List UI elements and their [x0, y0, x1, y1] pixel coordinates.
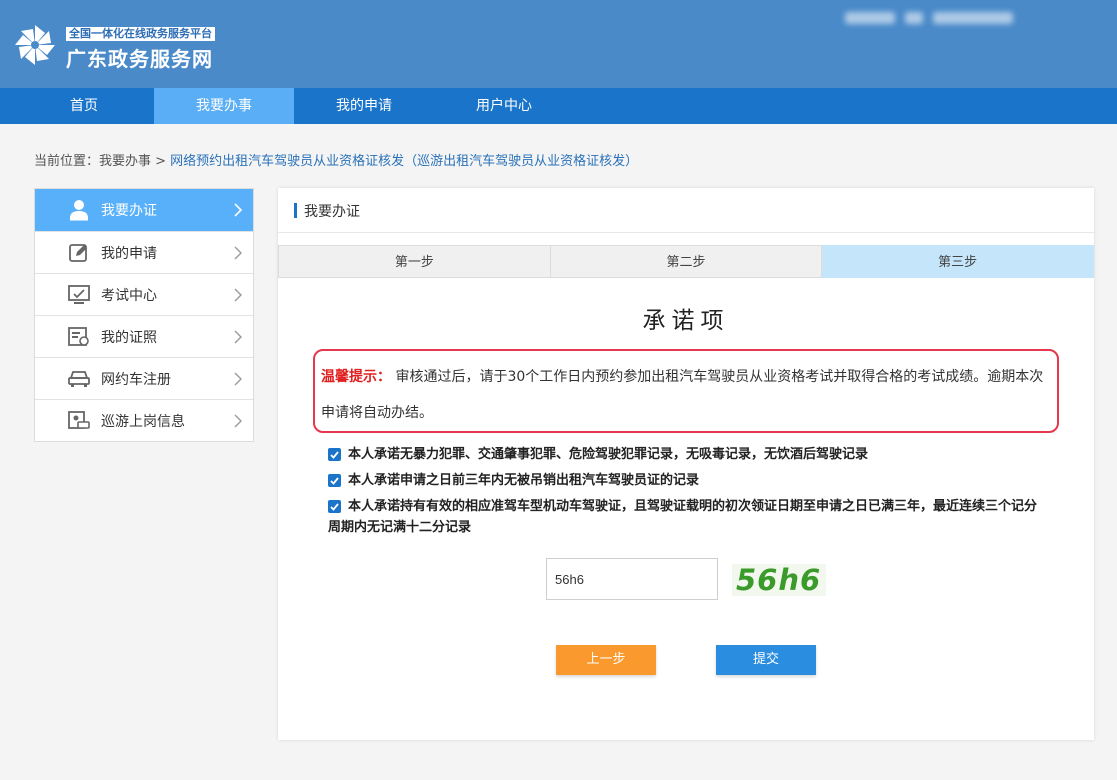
nav-item-services[interactable]: 我要办事 [154, 88, 294, 124]
checkbox-checked[interactable] [328, 500, 341, 513]
sidebar-item-label: 巡游上岗信息 [101, 413, 185, 430]
sidebar-item-label: 我要办证 [101, 203, 157, 219]
user-info-blurred [845, 10, 1040, 26]
breadcrumb-link[interactable]: 网络预约出租汽车驾驶员从业资格证核发（巡游出租汽车驾驶员从业资格证核发） [170, 154, 638, 169]
sidebar: 我要办证 我的申请 考试中心 我的证照 网约车注册 巡游上岗信息 [34, 188, 254, 442]
chevron-right-icon [234, 330, 242, 344]
prev-step-button[interactable]: 上一步 [556, 645, 656, 675]
main-nav: 首页 我要办事 我的申请 用户中心 [0, 88, 1117, 124]
sidebar-item-label: 我的申请 [101, 245, 157, 262]
step-indicator: 第一步 第二步 第三步 [278, 245, 1095, 278]
submit-button[interactable]: 提交 [716, 645, 816, 675]
notice-text: 审核通过后，请于30个工作日内预约参加出租汽车驾驶员从业资格考试并取得合格的考试… [321, 369, 1044, 421]
sidebar-item-ride-hailing-register[interactable]: 网约车注册 [35, 357, 253, 399]
chevron-right-icon [234, 246, 242, 260]
main-panel: 我要办证 第一步 第二步 第三步 承诺项 温馨提示： 审核通过后，请于30个工作… [278, 188, 1095, 740]
step-3: 第三步 [822, 245, 1095, 278]
captcha-image[interactable]: 56h6 [732, 564, 826, 596]
chevron-right-icon [234, 203, 243, 217]
logo-icon [15, 25, 55, 65]
promise-item: 本人承诺持有有效的相应准驾车型机动车驾驶证，且驾驶证载明的初次领证日期至申请之日… [328, 496, 1043, 538]
sidebar-item-taxi-duty-info[interactable]: 巡游上岗信息 [35, 399, 253, 441]
promise-text: 本人承诺持有有效的相应准驾车型机动车驾驶证，且驾驶证载明的初次领证日期至申请之日… [328, 499, 1038, 535]
panel-title: 我要办证 [304, 204, 360, 220]
step-2: 第二步 [550, 245, 823, 278]
edit-icon [67, 241, 91, 265]
chevron-right-icon [234, 372, 242, 386]
chevron-right-icon [234, 288, 242, 302]
brand-title: 广东政务服务网 [66, 47, 213, 71]
panel-header: 我要办证 [278, 188, 1094, 233]
nav-item-user-center[interactable]: 用户中心 [434, 88, 574, 124]
sidebar-item-label: 网约车注册 [101, 371, 171, 388]
commitment-title: 承诺项 [642, 308, 730, 334]
step-1: 第一步 [278, 245, 551, 278]
user-icon [67, 198, 91, 222]
breadcrumb-prefix: 当前位置：我要办事 > [34, 154, 167, 169]
captcha-input[interactable] [546, 558, 718, 600]
sidebar-item-my-applications[interactable]: 我的申请 [35, 231, 253, 273]
notice-box: 温馨提示： 审核通过后，请于30个工作日内预约参加出租汽车驾驶员从业资格考试并取… [313, 349, 1059, 433]
brand-tagline: 全国一体化在线政务服务平台 [66, 27, 215, 41]
nav-item-home[interactable]: 首页 [14, 88, 154, 124]
site-header: 全国一体化在线政务服务平台 广东政务服务网 [0, 0, 1117, 88]
checkbox-checked[interactable] [328, 448, 341, 461]
promise-text: 本人承诺无暴力犯罪、交通肇事犯罪、危险驾驶犯罪记录，无吸毒记录，无饮酒后驾驶记录 [348, 447, 869, 462]
captcha-image-text: 56h6 [736, 564, 822, 596]
breadcrumb: 当前位置：我要办事 > 网络预约出租汽车驾驶员从业资格证核发（巡游出租汽车驾驶员… [34, 150, 638, 169]
sidebar-item-my-certificates[interactable]: 我的证照 [35, 315, 253, 357]
sidebar-item-label: 我的证照 [101, 329, 157, 346]
title-accent-bar [294, 203, 297, 218]
chevron-right-icon [234, 414, 242, 428]
monitor-icon [67, 283, 91, 307]
sidebar-item-apply-license[interactable]: 我要办证 [35, 189, 253, 231]
promise-text: 本人承诺申请之日前三年内无被吊销出租汽车驾驶员证的记录 [348, 473, 700, 488]
promise-list: 本人承诺无暴力犯罪、交通肇事犯罪、危险驾驶犯罪记录，无吸毒记录，无饮酒后驾驶记录… [328, 444, 1043, 543]
checkbox-checked[interactable] [328, 474, 341, 487]
sidebar-item-label: 考试中心 [101, 287, 157, 304]
certificate-icon [67, 325, 91, 349]
nav-item-my-applications[interactable]: 我的申请 [294, 88, 434, 124]
taxi-icon [67, 409, 91, 433]
notice-tag: 温馨提示： [321, 369, 391, 385]
promise-item: 本人承诺无暴力犯罪、交通肇事犯罪、危险驾驶犯罪记录，无吸毒记录，无饮酒后驾驶记录 [328, 444, 1043, 465]
promise-item: 本人承诺申请之日前三年内无被吊销出租汽车驾驶员证的记录 [328, 470, 1043, 491]
sidebar-item-exam-center[interactable]: 考试中心 [35, 273, 253, 315]
car-icon [67, 367, 91, 391]
